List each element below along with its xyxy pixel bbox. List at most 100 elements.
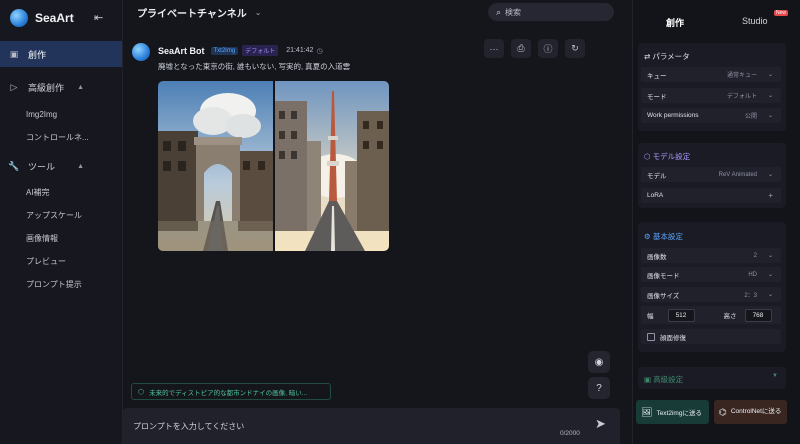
- chevron-down-icon: ⌄: [767, 253, 773, 259]
- basic-settings-label: 基本設定: [652, 232, 683, 241]
- sidebar-item-advanced[interactable]: ▷ 高級創作 ▲: [0, 74, 122, 100]
- prompt-placeholder: プロンプトを入力してください: [133, 422, 245, 431]
- default-badge: デフォルト: [242, 45, 279, 56]
- ruined-street-gate-image: [158, 81, 273, 251]
- model-settings-label: モデル設定: [652, 152, 691, 161]
- send-to-txt2img-button[interactable]: 🖼 Text2imgに送る: [636, 400, 709, 424]
- help-button[interactable]: ?: [588, 377, 610, 399]
- advanced-settings-label: 高級設定: [653, 375, 684, 384]
- image-mode-select[interactable]: 画像モード HD ⌄: [641, 267, 781, 282]
- send-icon[interactable]: ➤: [595, 416, 606, 432]
- image-icon: 🖼: [641, 406, 653, 417]
- basic-settings-title[interactable]: ⚙ 基本設定: [644, 231, 683, 242]
- mode-label: モード: [647, 93, 667, 101]
- sidebar-item-label: 高級創作: [28, 82, 65, 93]
- channel-title[interactable]: プライベートチャンネル: [137, 5, 247, 20]
- generated-image-1[interactable]: [158, 81, 273, 251]
- generated-image-2[interactable]: [274, 81, 389, 251]
- height-input[interactable]: 768: [744, 308, 772, 322]
- message-header: SeaArt Bot Txt2Img デフォルト 21:41:42 ◷: [158, 45, 323, 56]
- sidebar-sub-preview[interactable]: プレビュー: [0, 250, 122, 273]
- chat-main: プライベートチャンネル ⌄ ⌕ 検索 SeaArt Bot Txt2Img デフ…: [123, 0, 632, 444]
- image-size-select[interactable]: 画像サイズ 2：3 ⌄: [641, 287, 781, 302]
- image-count-label: 画像数: [647, 253, 667, 261]
- dimension-row: 幅 512 高さ 768: [641, 306, 781, 324]
- image-mode-label: 画像モード: [647, 272, 680, 280]
- chevron-up-icon: ▲: [77, 83, 84, 91]
- parameters-title[interactable]: ⇄ パラメータ: [644, 51, 690, 62]
- char-counter: 0/2000: [560, 430, 580, 437]
- cube-icon: ⬡: [138, 388, 145, 396]
- sliders-icon: ⇄: [644, 52, 651, 61]
- lora-select[interactable]: LoRA +: [641, 188, 781, 203]
- image-count-select[interactable]: 画像数 2 ⌄: [641, 248, 781, 263]
- sidebar-sub-image-info[interactable]: 画像情報: [0, 227, 122, 250]
- info-icon[interactable]: ⓘ: [538, 39, 558, 58]
- model-icon: ⬡: [644, 152, 651, 161]
- chevron-down-icon: ⌄: [767, 113, 773, 119]
- basic-settings-card: ⚙ 基本設定 画像数 2 ⌄ 画像モード HD ⌄ 画像サイズ 2：3 ⌄ 幅 …: [638, 222, 786, 352]
- width-input[interactable]: 512: [667, 308, 695, 322]
- image-mode-value: HD: [748, 271, 757, 278]
- face-fix-row[interactable]: 顔面修復: [641, 329, 781, 344]
- sidebar-item-create[interactable]: ▣ 創作: [0, 41, 122, 67]
- sidebar-sub-ai-complete[interactable]: AI補完: [0, 181, 122, 204]
- sidebar-item-label: ツール: [28, 161, 56, 172]
- width-label: 幅: [647, 313, 654, 320]
- model-label: モデル: [647, 172, 667, 180]
- parameters-card: ⇄ パラメータ キュー 通常キュー ⌄ モード デフォルト ⌄ Work per…: [638, 43, 786, 131]
- suggestion-text: 未来的でディストピア的な都市ンドナイの画像, 暗い...: [149, 389, 308, 397]
- tab-create[interactable]: 創作: [666, 16, 684, 29]
- clock-icon: ◷: [316, 47, 323, 55]
- chevron-down-icon: ⌄: [767, 272, 773, 278]
- image-size-label: 画像サイズ: [647, 292, 680, 300]
- queue-value: 通常キュー: [726, 73, 757, 79]
- model-settings-title[interactable]: ⬡ モデル設定: [644, 151, 690, 162]
- work-permissions-value: 公開: [744, 114, 757, 120]
- help-label: ?: [596, 382, 602, 394]
- chevron-down-icon: ⌄: [767, 172, 773, 178]
- sidebar-sub-img2img[interactable]: Img2Img: [0, 103, 122, 126]
- prompt-input[interactable]: プロンプトを入力してください 0/2000 ➤: [123, 408, 620, 444]
- play-icon: ▷: [10, 81, 18, 92]
- chevron-down-icon: ▼: [772, 373, 778, 379]
- lora-label: LoRA: [647, 192, 664, 199]
- brand-row[interactable]: SeaArt: [0, 0, 122, 36]
- seaart-logo: [10, 9, 28, 27]
- wrench-icon: 🔧: [8, 160, 20, 171]
- prompt-suggestion[interactable]: ⬡ 未来的でディストピア的な都市ンドナイの画像, 暗い...: [131, 383, 331, 400]
- hide-eye-icon[interactable]: ◉: [588, 351, 610, 373]
- search-placeholder: 検索: [505, 7, 522, 17]
- sidebar-sub-controlnet[interactable]: コントロールネ...: [0, 126, 122, 149]
- tab-studio[interactable]: Studio: [742, 16, 768, 26]
- sidebar-sub-upscale[interactable]: アップスケール: [0, 204, 122, 227]
- left-sidebar: SeaArt ⇤ ▣ 創作 ▷ 高級創作 ▲ Img2Img コントロールネ..…: [0, 0, 123, 444]
- image-size-value: 2：3: [744, 293, 757, 299]
- sidebar-sub-prompt-hint[interactable]: プロンプト提示: [0, 273, 122, 296]
- regenerate-icon[interactable]: ↻: [565, 39, 585, 58]
- sidebar-item-tools[interactable]: 🔧 ツール ▲: [0, 153, 122, 179]
- more-icon[interactable]: ···: [484, 39, 504, 58]
- generated-images: [158, 81, 389, 251]
- work-permissions-select[interactable]: Work permissions 公開 ⌄: [641, 108, 781, 123]
- model-select[interactable]: モデル ReV Animated ⌄: [641, 167, 781, 182]
- chevron-up-icon: ▲: [77, 162, 84, 170]
- model-value: ReV Animated: [718, 171, 757, 178]
- chevron-down-icon: ⌄: [767, 292, 773, 298]
- queue-select[interactable]: キュー 通常キュー ⌄: [641, 67, 781, 82]
- mode-badge: Txt2Img: [210, 46, 239, 55]
- advanced-settings-card[interactable]: ▣ 高級設定 ▼: [638, 367, 786, 389]
- search-input[interactable]: ⌕ 検索: [488, 3, 614, 21]
- right-settings-panel: 創作 Studio New ⇄ パラメータ キュー 通常キュー ⌄ モード デフ…: [632, 0, 800, 444]
- collapse-sidebar-icon[interactable]: ⇤: [94, 11, 103, 24]
- chevron-down-icon[interactable]: ⌄: [255, 8, 262, 17]
- send-to-controlnet-button[interactable]: ⌬ ControlNetに送る: [714, 400, 787, 424]
- face-fix-checkbox[interactable]: [647, 332, 655, 341]
- mode-value: デフォルト: [726, 94, 757, 100]
- publish-icon[interactable]: ⎙: [511, 39, 531, 58]
- controlnet-icon: ⌬: [719, 407, 727, 417]
- chevron-down-icon: ⌄: [767, 93, 773, 99]
- model-settings-card: ⬡ モデル設定 モデル ReV Animated ⌄ LoRA +: [638, 143, 786, 208]
- plus-icon[interactable]: +: [768, 191, 773, 200]
- mode-select[interactable]: モード デフォルト ⌄: [641, 88, 781, 103]
